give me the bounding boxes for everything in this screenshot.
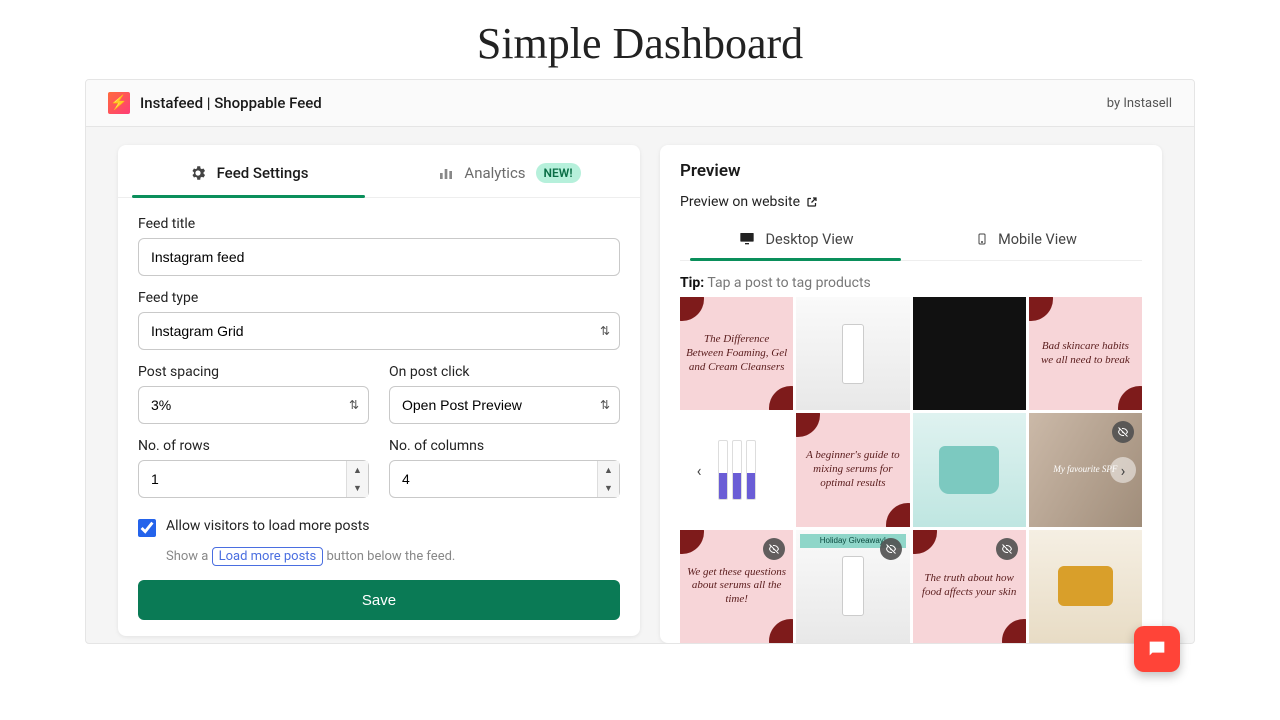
feed-title-label: Feed title xyxy=(138,216,620,232)
preview-prev-arrow[interactable]: ‹ xyxy=(686,457,712,483)
app-byline: by Instasell xyxy=(1107,96,1172,111)
app-shell: ⚡ Instafeed | Shoppable Feed by Instasel… xyxy=(85,79,1195,644)
preview-tile[interactable] xyxy=(796,297,909,410)
on-click-label: On post click xyxy=(389,364,620,380)
tab-analytics-label: Analytics xyxy=(464,164,525,182)
gear-icon xyxy=(189,164,207,182)
tile-text: A beginner's guide to mixing serums for … xyxy=(802,449,903,490)
settings-tabs: Feed Settings Analytics NEW! xyxy=(118,145,640,198)
preview-tile[interactable]: The truth about how food affects your sk… xyxy=(913,530,1026,643)
hidden-eye-icon xyxy=(1112,421,1134,443)
view-tabs: Desktop View Mobile View xyxy=(680,220,1142,261)
tile-text: Bad skincare habits we all need to break xyxy=(1035,340,1136,368)
analytics-icon xyxy=(438,165,454,181)
tile-text: We get these questions about serums all … xyxy=(686,566,787,607)
feed-type-select[interactable] xyxy=(138,312,620,350)
preview-grid-wrap: ‹ › The Difference Between Foaming, Gel … xyxy=(680,297,1142,643)
rows-label: No. of rows xyxy=(138,438,369,454)
tab-settings-label: Feed Settings xyxy=(217,164,309,182)
load-more-label: Allow visitors to load more posts xyxy=(166,518,370,534)
settings-card: Feed Settings Analytics NEW! Feed title … xyxy=(118,145,640,636)
mobile-view-label: Mobile View xyxy=(998,231,1077,248)
preview-next-arrow[interactable]: › xyxy=(1110,457,1136,483)
chat-fab[interactable] xyxy=(1134,626,1180,672)
hidden-eye-icon xyxy=(880,538,902,560)
save-button[interactable]: Save xyxy=(138,580,620,620)
preview-tile[interactable]: The Difference Between Foaming, Gel and … xyxy=(680,297,793,410)
new-badge: NEW! xyxy=(536,163,581,183)
load-more-helper: Show a Load more posts button below the … xyxy=(166,547,620,566)
post-spacing-label: Post spacing xyxy=(138,364,369,380)
tip-row: Tip: Tap a post to tag products xyxy=(680,275,1142,291)
settings-form: Feed title Feed type ⇅ Post spacing xyxy=(118,198,640,620)
preview-grid: The Difference Between Foaming, Gel and … xyxy=(680,297,1142,643)
preview-tile[interactable] xyxy=(913,413,1026,526)
desktop-icon xyxy=(738,231,756,247)
page-title: Simple Dashboard xyxy=(0,0,1280,79)
tile-text: The truth about how food affects your sk… xyxy=(919,572,1020,600)
preview-link-text: Preview on website xyxy=(680,194,800,210)
desktop-view-tab[interactable]: Desktop View xyxy=(680,220,911,260)
hidden-eye-icon xyxy=(996,538,1018,560)
helper-prefix: Show a xyxy=(166,549,212,564)
mobile-icon xyxy=(976,230,988,248)
rows-step-up[interactable]: ▲ xyxy=(346,461,368,479)
tip-label: Tip: xyxy=(680,275,704,291)
tab-feed-settings[interactable]: Feed Settings xyxy=(118,145,379,197)
post-spacing-select[interactable] xyxy=(138,386,369,424)
preview-tile[interactable]: We get these questions about serums all … xyxy=(680,530,793,643)
cols-step-down[interactable]: ▼ xyxy=(597,479,619,497)
cols-label: No. of columns xyxy=(389,438,620,454)
load-more-chip: Load more posts xyxy=(212,547,324,566)
tile-text: My favourite SPF xyxy=(1053,464,1117,475)
hidden-eye-icon xyxy=(763,538,785,560)
feed-type-label: Feed type xyxy=(138,290,620,306)
preview-tile[interactable]: A beginner's guide to mixing serums for … xyxy=(796,413,909,526)
app-logo-icon: ⚡ xyxy=(108,92,130,114)
on-click-select[interactable] xyxy=(389,386,620,424)
tip-text: Tap a post to tag products xyxy=(707,275,870,291)
tab-analytics[interactable]: Analytics NEW! xyxy=(379,145,640,197)
mobile-view-tab[interactable]: Mobile View xyxy=(911,220,1142,260)
cols-input[interactable] xyxy=(389,460,620,498)
preview-tile[interactable] xyxy=(1029,530,1142,643)
app-header: ⚡ Instafeed | Shoppable Feed by Instasel… xyxy=(86,80,1194,127)
preview-title: Preview xyxy=(680,161,1142,181)
tile-text: The Difference Between Foaming, Gel and … xyxy=(686,333,787,374)
feed-title-input[interactable] xyxy=(138,238,620,276)
preview-on-website-link[interactable]: Preview on website xyxy=(680,194,818,210)
app-header-left: ⚡ Instafeed | Shoppable Feed xyxy=(108,92,322,114)
desktop-view-label: Desktop View xyxy=(766,231,854,248)
helper-suffix: button below the feed. xyxy=(323,549,455,564)
preview-card: Preview Preview on website Desktop View … xyxy=(660,145,1162,643)
external-link-icon xyxy=(806,196,818,208)
load-more-checkbox[interactable] xyxy=(138,519,156,537)
preview-tile[interactable]: Holiday Giveaway! xyxy=(796,530,909,643)
rows-input[interactable] xyxy=(138,460,369,498)
rows-step-down[interactable]: ▼ xyxy=(346,479,368,497)
chat-icon xyxy=(1146,638,1168,660)
preview-tile[interactable]: Bad skincare habits we all need to break xyxy=(1029,297,1142,410)
cols-step-up[interactable]: ▲ xyxy=(597,461,619,479)
preview-tile[interactable] xyxy=(913,297,1026,410)
app-name: Instafeed | Shoppable Feed xyxy=(140,94,322,112)
